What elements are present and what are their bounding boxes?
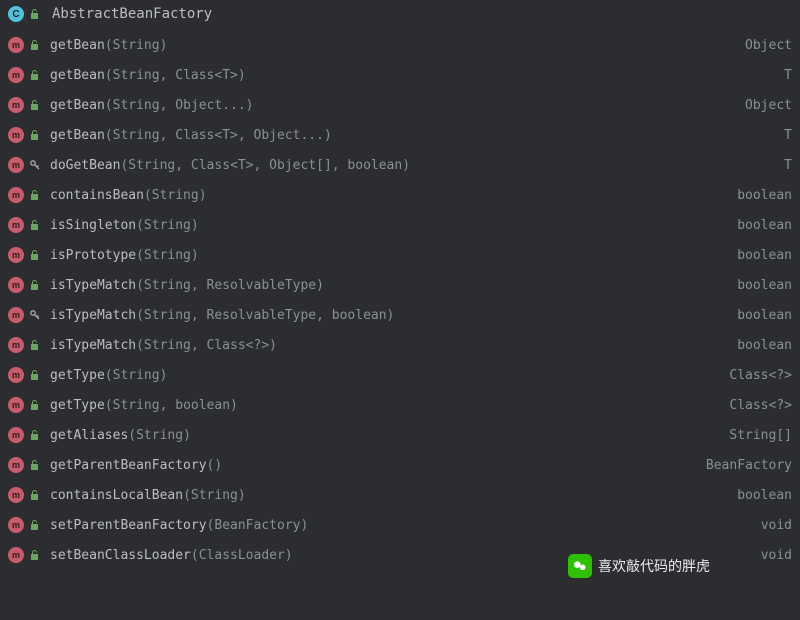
method-row[interactable]: m getParentBeanFactory() BeanFactory xyxy=(0,450,800,480)
method-icon: m xyxy=(8,337,24,353)
return-type: T xyxy=(784,128,792,143)
method-icon: m xyxy=(8,457,24,473)
method-row[interactable]: m isPrototype(String) boolean xyxy=(0,240,800,270)
method-signature: getBean(String, Class<T>, Object...) xyxy=(50,128,332,143)
method-row[interactable]: m containsBean(String) boolean xyxy=(0,180,800,210)
method-icon: m xyxy=(8,487,24,503)
lock-open-icon xyxy=(28,248,42,262)
lock-open-icon xyxy=(28,368,42,382)
lock-open-icon xyxy=(28,518,42,532)
return-type: Class<?> xyxy=(729,398,792,413)
method-signature: getParentBeanFactory() xyxy=(50,458,222,473)
method-signature: isSingleton(String) xyxy=(50,218,199,233)
method-icon: m xyxy=(8,37,24,53)
method-signature: doGetBean(String, Class<T>, Object[], bo… xyxy=(50,158,410,173)
method-row[interactable]: m getType(String, boolean) Class<?> xyxy=(0,390,800,420)
method-icon: m xyxy=(8,67,24,83)
lock-open-icon xyxy=(28,548,42,562)
method-icon: m xyxy=(8,427,24,443)
method-row[interactable]: m setParentBeanFactory(BeanFactory) void xyxy=(0,510,800,540)
method-icon: m xyxy=(8,277,24,293)
method-signature: isTypeMatch(String, ResolvableType) xyxy=(50,278,324,293)
method-signature: containsBean(String) xyxy=(50,188,207,203)
method-signature: containsLocalBean(String) xyxy=(50,488,246,503)
method-signature: getBean(String, Object...) xyxy=(50,98,254,113)
return-type: boolean xyxy=(737,188,792,203)
lock-open-icon xyxy=(28,458,42,472)
method-icon: m xyxy=(8,397,24,413)
method-icon: m xyxy=(8,307,24,323)
lock-open-icon xyxy=(28,488,42,502)
return-type: T xyxy=(784,158,792,173)
lock-open-icon xyxy=(28,218,42,232)
lock-open-icon xyxy=(28,68,42,82)
method-icon: m xyxy=(8,247,24,263)
lock-open-icon xyxy=(28,278,42,292)
return-type: String[] xyxy=(729,428,792,443)
return-type: boolean xyxy=(737,248,792,263)
wechat-icon xyxy=(568,554,592,578)
method-signature: getAliases(String) xyxy=(50,428,191,443)
method-icon: m xyxy=(8,217,24,233)
method-row[interactable]: m getBean(String, Object...) Object xyxy=(0,90,800,120)
return-type: boolean xyxy=(737,218,792,233)
method-signature: isTypeMatch(String, ResolvableType, bool… xyxy=(50,308,394,323)
return-type: boolean xyxy=(737,308,792,323)
key-icon xyxy=(28,158,42,172)
method-icon: m xyxy=(8,157,24,173)
lock-open-icon xyxy=(28,98,42,112)
method-list: m getBean(String) Object m getBean(String, C… xyxy=(0,28,800,572)
class-name: AbstractBeanFactory xyxy=(52,6,212,22)
method-row[interactable]: m getBean(String, Class<T>) T xyxy=(0,60,800,90)
lock-open-icon xyxy=(28,188,42,202)
attribution-watermark: 喜欢敲代码的胖虎 xyxy=(568,554,710,578)
method-row[interactable]: m isSingleton(String) boolean xyxy=(0,210,800,240)
method-signature: getType(String, boolean) xyxy=(50,398,238,413)
method-row[interactable]: m containsLocalBean(String) boolean xyxy=(0,480,800,510)
return-type: T xyxy=(784,68,792,83)
method-signature: getBean(String, Class<T>) xyxy=(50,68,246,83)
method-icon: m xyxy=(8,547,24,563)
method-row[interactable]: m getBean(String, Class<T>, Object...) T xyxy=(0,120,800,150)
method-signature: getType(String) xyxy=(50,368,167,383)
lock-open-icon xyxy=(28,128,42,142)
method-icon: m xyxy=(8,517,24,533)
class-icon: C xyxy=(8,6,24,22)
method-row[interactable]: m getAliases(String) String[] xyxy=(0,420,800,450)
method-signature: setBeanClassLoader(ClassLoader) xyxy=(50,548,293,563)
method-signature: getBean(String) xyxy=(50,38,167,53)
method-row[interactable]: m isTypeMatch(String, ResolvableType) bool… xyxy=(0,270,800,300)
method-row[interactable]: m getType(String) Class<?> xyxy=(0,360,800,390)
lock-open-icon xyxy=(28,38,42,52)
method-icon: m xyxy=(8,127,24,143)
return-type: boolean xyxy=(737,278,792,293)
method-row[interactable]: m isTypeMatch(String, ResolvableType, boo… xyxy=(0,300,800,330)
lock-open-icon xyxy=(28,7,42,21)
method-icon: m xyxy=(8,97,24,113)
method-icon: m xyxy=(8,367,24,383)
return-type: Object xyxy=(745,98,792,113)
method-row[interactable]: m isTypeMatch(String, Class<?>) boolean xyxy=(0,330,800,360)
return-type: BeanFactory xyxy=(706,458,792,473)
method-signature: setParentBeanFactory(BeanFactory) xyxy=(50,518,308,533)
method-row[interactable]: m doGetBean(String, Class<T>, Object[], b… xyxy=(0,150,800,180)
method-icon: m xyxy=(8,187,24,203)
method-signature: isTypeMatch(String, Class<?>) xyxy=(50,338,277,353)
method-row[interactable]: m getBean(String) Object xyxy=(0,30,800,60)
return-type: boolean xyxy=(737,338,792,353)
attribution-text: 喜欢敲代码的胖虎 xyxy=(598,556,710,576)
lock-open-icon xyxy=(28,428,42,442)
return-type: void xyxy=(761,518,792,533)
lock-open-icon xyxy=(28,338,42,352)
class-header: C AbstractBeanFactory xyxy=(0,0,800,28)
lock-open-icon xyxy=(28,398,42,412)
return-type: Object xyxy=(745,38,792,53)
method-signature: isPrototype(String) xyxy=(50,248,199,263)
return-type: boolean xyxy=(737,488,792,503)
return-type: Class<?> xyxy=(729,368,792,383)
key-icon xyxy=(28,308,42,322)
return-type: void xyxy=(761,548,792,563)
